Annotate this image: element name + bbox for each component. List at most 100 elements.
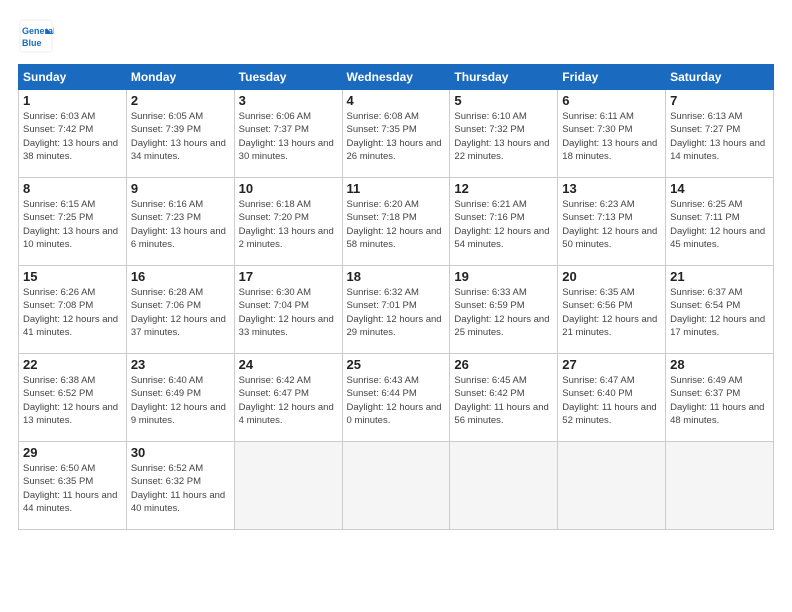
day-info: Sunrise: 6:11 AMSunset: 7:30 PMDaylight:…	[562, 110, 661, 163]
calendar-cell	[666, 442, 774, 530]
day-number: 19	[454, 269, 553, 284]
day-info: Sunrise: 6:45 AMSunset: 6:42 PMDaylight:…	[454, 374, 553, 427]
calendar-cell: 13 Sunrise: 6:23 AMSunset: 7:13 PMDaylig…	[558, 178, 666, 266]
calendar-cell: 6 Sunrise: 6:11 AMSunset: 7:30 PMDayligh…	[558, 90, 666, 178]
calendar-cell: 21 Sunrise: 6:37 AMSunset: 6:54 PMDaylig…	[666, 266, 774, 354]
calendar-cell: 16 Sunrise: 6:28 AMSunset: 7:06 PMDaylig…	[126, 266, 234, 354]
day-number: 7	[670, 93, 769, 108]
day-number: 15	[23, 269, 122, 284]
day-info: Sunrise: 6:40 AMSunset: 6:49 PMDaylight:…	[131, 374, 230, 427]
day-number: 13	[562, 181, 661, 196]
calendar-cell: 9 Sunrise: 6:16 AMSunset: 7:23 PMDayligh…	[126, 178, 234, 266]
day-number: 18	[347, 269, 446, 284]
day-info: Sunrise: 6:06 AMSunset: 7:37 PMDaylight:…	[239, 110, 338, 163]
calendar-cell	[558, 442, 666, 530]
day-info: Sunrise: 6:50 AMSunset: 6:35 PMDaylight:…	[23, 462, 122, 515]
calendar-cell: 15 Sunrise: 6:26 AMSunset: 7:08 PMDaylig…	[19, 266, 127, 354]
calendar-cell: 5 Sunrise: 6:10 AMSunset: 7:32 PMDayligh…	[450, 90, 558, 178]
day-info: Sunrise: 6:49 AMSunset: 6:37 PMDaylight:…	[670, 374, 769, 427]
day-number: 6	[562, 93, 661, 108]
calendar-cell: 2 Sunrise: 6:05 AMSunset: 7:39 PMDayligh…	[126, 90, 234, 178]
col-wednesday: Wednesday	[342, 65, 450, 90]
calendar-cell: 22 Sunrise: 6:38 AMSunset: 6:52 PMDaylig…	[19, 354, 127, 442]
day-number: 20	[562, 269, 661, 284]
day-info: Sunrise: 6:05 AMSunset: 7:39 PMDaylight:…	[131, 110, 230, 163]
day-number: 30	[131, 445, 230, 460]
day-number: 28	[670, 357, 769, 372]
calendar-cell: 25 Sunrise: 6:43 AMSunset: 6:44 PMDaylig…	[342, 354, 450, 442]
day-number: 10	[239, 181, 338, 196]
calendar-cell: 4 Sunrise: 6:08 AMSunset: 7:35 PMDayligh…	[342, 90, 450, 178]
day-info: Sunrise: 6:52 AMSunset: 6:32 PMDaylight:…	[131, 462, 230, 515]
day-info: Sunrise: 6:28 AMSunset: 7:06 PMDaylight:…	[131, 286, 230, 339]
day-info: Sunrise: 6:38 AMSunset: 6:52 PMDaylight:…	[23, 374, 122, 427]
day-info: Sunrise: 6:03 AMSunset: 7:42 PMDaylight:…	[23, 110, 122, 163]
day-number: 24	[239, 357, 338, 372]
header: General Blue	[18, 18, 774, 54]
calendar-header-row: Sunday Monday Tuesday Wednesday Thursday…	[19, 65, 774, 90]
day-number: 8	[23, 181, 122, 196]
col-thursday: Thursday	[450, 65, 558, 90]
col-tuesday: Tuesday	[234, 65, 342, 90]
day-info: Sunrise: 6:20 AMSunset: 7:18 PMDaylight:…	[347, 198, 446, 251]
calendar-cell: 8 Sunrise: 6:15 AMSunset: 7:25 PMDayligh…	[19, 178, 127, 266]
svg-text:General: General	[22, 26, 54, 36]
calendar-cell: 29 Sunrise: 6:50 AMSunset: 6:35 PMDaylig…	[19, 442, 127, 530]
logo-svg: General Blue	[18, 18, 54, 54]
day-number: 17	[239, 269, 338, 284]
calendar-cell: 12 Sunrise: 6:21 AMSunset: 7:16 PMDaylig…	[450, 178, 558, 266]
calendar-cell: 3 Sunrise: 6:06 AMSunset: 7:37 PMDayligh…	[234, 90, 342, 178]
day-info: Sunrise: 6:32 AMSunset: 7:01 PMDaylight:…	[347, 286, 446, 339]
calendar-cell: 11 Sunrise: 6:20 AMSunset: 7:18 PMDaylig…	[342, 178, 450, 266]
calendar-cell: 18 Sunrise: 6:32 AMSunset: 7:01 PMDaylig…	[342, 266, 450, 354]
day-info: Sunrise: 6:26 AMSunset: 7:08 PMDaylight:…	[23, 286, 122, 339]
calendar-cell: 26 Sunrise: 6:45 AMSunset: 6:42 PMDaylig…	[450, 354, 558, 442]
calendar-cell: 27 Sunrise: 6:47 AMSunset: 6:40 PMDaylig…	[558, 354, 666, 442]
day-number: 22	[23, 357, 122, 372]
day-number: 2	[131, 93, 230, 108]
day-number: 14	[670, 181, 769, 196]
calendar: Sunday Monday Tuesday Wednesday Thursday…	[18, 64, 774, 530]
calendar-cell: 7 Sunrise: 6:13 AMSunset: 7:27 PMDayligh…	[666, 90, 774, 178]
day-info: Sunrise: 6:10 AMSunset: 7:32 PMDaylight:…	[454, 110, 553, 163]
day-number: 4	[347, 93, 446, 108]
day-info: Sunrise: 6:15 AMSunset: 7:25 PMDaylight:…	[23, 198, 122, 251]
calendar-cell	[342, 442, 450, 530]
day-info: Sunrise: 6:37 AMSunset: 6:54 PMDaylight:…	[670, 286, 769, 339]
calendar-cell: 23 Sunrise: 6:40 AMSunset: 6:49 PMDaylig…	[126, 354, 234, 442]
day-info: Sunrise: 6:33 AMSunset: 6:59 PMDaylight:…	[454, 286, 553, 339]
day-info: Sunrise: 6:30 AMSunset: 7:04 PMDaylight:…	[239, 286, 338, 339]
day-number: 3	[239, 93, 338, 108]
col-sunday: Sunday	[19, 65, 127, 90]
calendar-cell: 20 Sunrise: 6:35 AMSunset: 6:56 PMDaylig…	[558, 266, 666, 354]
day-number: 29	[23, 445, 122, 460]
calendar-cell: 1 Sunrise: 6:03 AMSunset: 7:42 PMDayligh…	[19, 90, 127, 178]
svg-text:Blue: Blue	[22, 38, 42, 48]
day-number: 11	[347, 181, 446, 196]
calendar-week-row: 15 Sunrise: 6:26 AMSunset: 7:08 PMDaylig…	[19, 266, 774, 354]
day-info: Sunrise: 6:35 AMSunset: 6:56 PMDaylight:…	[562, 286, 661, 339]
day-number: 9	[131, 181, 230, 196]
calendar-cell: 14 Sunrise: 6:25 AMSunset: 7:11 PMDaylig…	[666, 178, 774, 266]
day-info: Sunrise: 6:21 AMSunset: 7:16 PMDaylight:…	[454, 198, 553, 251]
calendar-week-row: 29 Sunrise: 6:50 AMSunset: 6:35 PMDaylig…	[19, 442, 774, 530]
day-info: Sunrise: 6:16 AMSunset: 7:23 PMDaylight:…	[131, 198, 230, 251]
day-info: Sunrise: 6:42 AMSunset: 6:47 PMDaylight:…	[239, 374, 338, 427]
calendar-cell	[234, 442, 342, 530]
day-number: 21	[670, 269, 769, 284]
calendar-cell: 17 Sunrise: 6:30 AMSunset: 7:04 PMDaylig…	[234, 266, 342, 354]
calendar-week-row: 22 Sunrise: 6:38 AMSunset: 6:52 PMDaylig…	[19, 354, 774, 442]
calendar-cell: 19 Sunrise: 6:33 AMSunset: 6:59 PMDaylig…	[450, 266, 558, 354]
day-info: Sunrise: 6:13 AMSunset: 7:27 PMDaylight:…	[670, 110, 769, 163]
day-number: 26	[454, 357, 553, 372]
calendar-cell: 10 Sunrise: 6:18 AMSunset: 7:20 PMDaylig…	[234, 178, 342, 266]
day-number: 12	[454, 181, 553, 196]
calendar-cell: 28 Sunrise: 6:49 AMSunset: 6:37 PMDaylig…	[666, 354, 774, 442]
day-number: 5	[454, 93, 553, 108]
day-number: 25	[347, 357, 446, 372]
calendar-cell: 24 Sunrise: 6:42 AMSunset: 6:47 PMDaylig…	[234, 354, 342, 442]
col-monday: Monday	[126, 65, 234, 90]
day-number: 1	[23, 93, 122, 108]
calendar-cell: 30 Sunrise: 6:52 AMSunset: 6:32 PMDaylig…	[126, 442, 234, 530]
col-saturday: Saturday	[666, 65, 774, 90]
